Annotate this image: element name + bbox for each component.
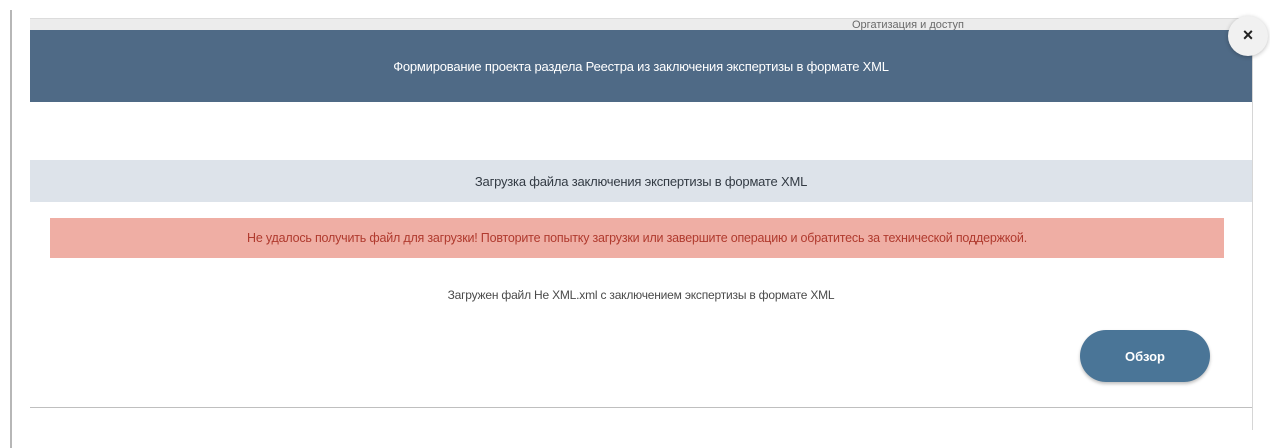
section-title: Загрузка файла заключения экспертизы в ф… bbox=[474, 173, 808, 189]
dialog-title: Формирование проекта раздела Реестра из … bbox=[393, 58, 889, 74]
close-icon: × bbox=[1242, 25, 1254, 45]
dialog-footer-divider bbox=[30, 407, 1252, 408]
dialog-header: Формирование проекта раздела Реестра из … bbox=[30, 30, 1252, 102]
error-banner: Не удалось получить файл для загрузки! П… bbox=[50, 218, 1224, 258]
uploaded-file-status: Загружен файл Не XML.xml с заключением э… bbox=[447, 288, 835, 302]
error-message: Не удалось получить файл для загрузки! П… bbox=[247, 231, 1027, 245]
section-header: Загрузка файла заключения экспертизы в ф… bbox=[30, 160, 1252, 202]
close-button[interactable]: × bbox=[1228, 16, 1268, 56]
page: Оргатизация и доступ Формирование проект… bbox=[0, 0, 1270, 448]
browse-button[interactable]: Обзор bbox=[1080, 330, 1210, 382]
upload-xml-dialog: Формирование проекта раздела Реестра из … bbox=[30, 30, 1253, 430]
background-page-border bbox=[10, 10, 12, 448]
